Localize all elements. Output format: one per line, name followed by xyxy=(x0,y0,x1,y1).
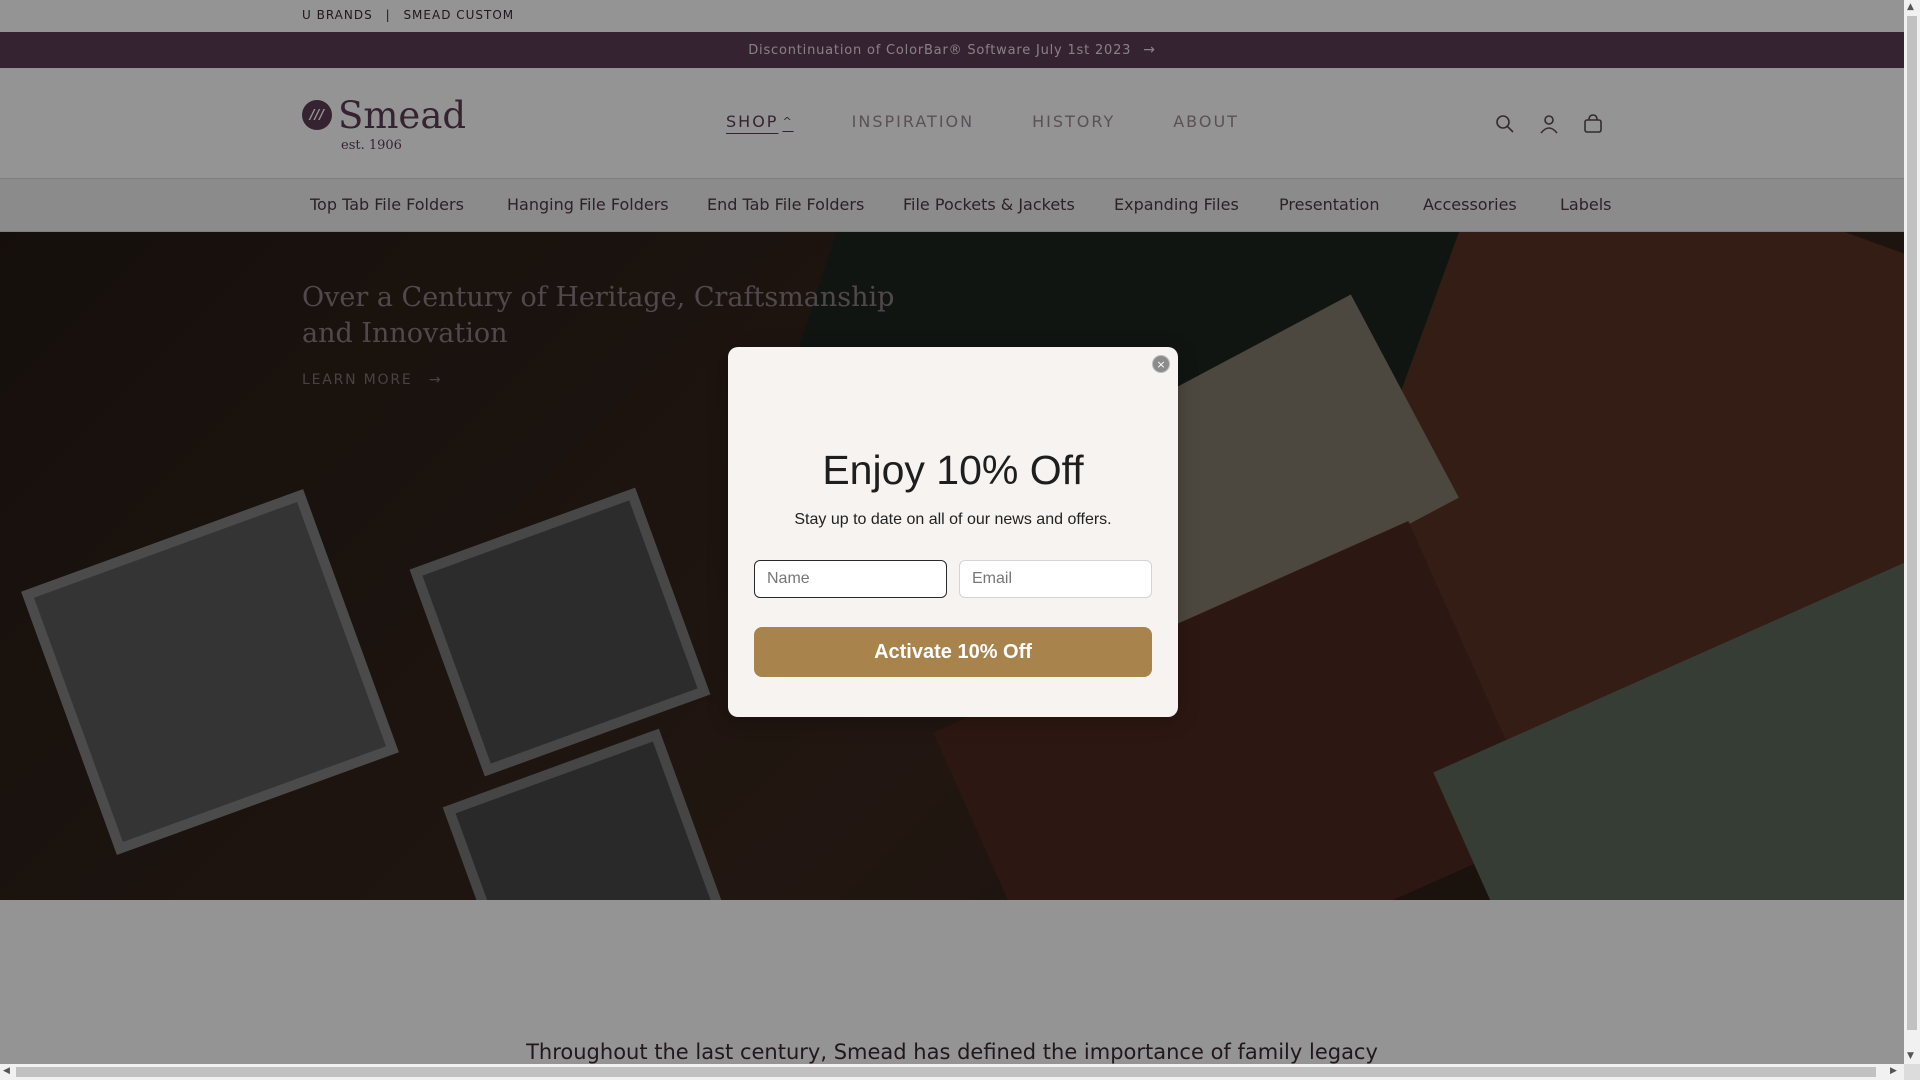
close-icon[interactable]: × xyxy=(1152,355,1170,373)
page-viewport: U BRANDS | SMEAD CUSTOM Discontinuation … xyxy=(0,0,1904,1064)
vertical-scroll-thumb[interactable] xyxy=(1907,16,1917,1030)
horizontal-scrollbar[interactable]: ◀ ▶ xyxy=(0,1064,1904,1080)
activate-discount-button[interactable]: Activate 10% Off xyxy=(754,627,1152,677)
signup-popup: × Enjoy 10% Off Stay up to date on all o… xyxy=(728,347,1178,717)
popup-subtitle: Stay up to date on all of our news and o… xyxy=(794,511,1112,528)
scroll-left-icon[interactable]: ◀ xyxy=(3,1066,10,1076)
email-field[interactable] xyxy=(959,560,1152,598)
scroll-down-icon[interactable]: ▼ xyxy=(1907,1051,1914,1061)
horizontal-scroll-thumb[interactable] xyxy=(16,1067,1876,1077)
scrollbar-corner xyxy=(1904,1064,1920,1080)
vertical-scrollbar[interactable]: ▲ ▼ xyxy=(1904,0,1920,1064)
scroll-right-icon[interactable]: ▶ xyxy=(1890,1066,1897,1076)
scroll-up-icon[interactable]: ▲ xyxy=(1907,2,1914,12)
popup-title: Enjoy 10% Off xyxy=(822,447,1084,493)
name-field[interactable] xyxy=(754,560,947,598)
